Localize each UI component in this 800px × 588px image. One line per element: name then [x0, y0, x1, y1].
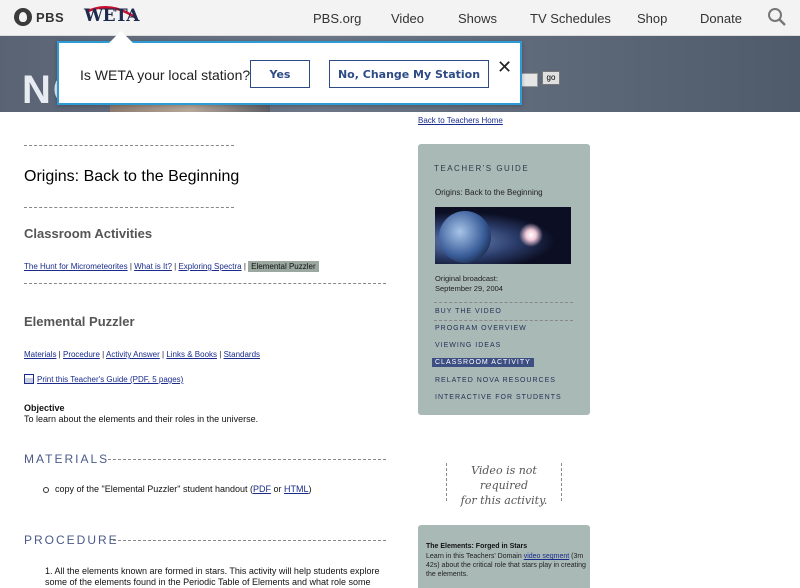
- nav-pbs-org[interactable]: PBS.org: [313, 11, 361, 26]
- broadcast-date: September 29, 2004: [435, 284, 503, 293]
- subnav-materials[interactable]: Materials: [24, 350, 56, 359]
- subnav-links-books[interactable]: Links & Books: [166, 350, 217, 359]
- materials-item-text: copy of the "Elemental Puzzler" student …: [55, 484, 254, 494]
- print-icon[interactable]: [24, 374, 34, 384]
- divider: [108, 459, 386, 460]
- forged-text-pre: Learn in this Teachers' Domain: [426, 553, 524, 560]
- activity-link-micrometeorites[interactable]: The Hunt for Micrometeorites: [24, 262, 128, 271]
- nav-shop[interactable]: Shop: [637, 11, 667, 26]
- yes-button[interactable]: Yes: [250, 60, 310, 88]
- page-title: Origins: Back to the Beginning: [24, 168, 240, 185]
- banner-search-input[interactable]: [520, 73, 538, 87]
- back-to-teachers-link[interactable]: Back to Teachers Home: [418, 116, 503, 125]
- objective-heading: Objective: [24, 403, 65, 413]
- earth-image: [439, 211, 491, 263]
- divider: [113, 540, 386, 541]
- menu-classroom-activity[interactable]: CLASSROOM ACTIVITY: [432, 358, 534, 367]
- search-icon[interactable]: [767, 7, 787, 27]
- divider: [24, 283, 386, 284]
- popup-pointer: [109, 31, 133, 43]
- menu-program-overview[interactable]: PROGRAM OVERVIEW: [435, 325, 527, 332]
- materials-close: ): [308, 484, 312, 494]
- popup-question: Is WETA your local station?: [80, 67, 251, 83]
- procedure-item: 1. All the elements known are formed in …: [45, 566, 380, 587]
- menu-viewing-ideas[interactable]: VIEWING IDEAS: [435, 342, 501, 349]
- nav-tv-schedules[interactable]: TV Schedules: [530, 11, 611, 26]
- menu-buy-video[interactable]: BUY THE VIDEO: [435, 308, 502, 315]
- video-note-line2: for this activity.: [460, 494, 548, 507]
- divider: [434, 320, 573, 321]
- pbs-logo-icon: [14, 8, 32, 26]
- activity-link-what-is-it[interactable]: What is It?: [134, 262, 172, 271]
- activity-subnav: Materials | Procedure | Activity Answer …: [24, 350, 261, 359]
- forged-text: Learn in this Teachers' Domain video seg…: [426, 552, 586, 579]
- materials-html-link[interactable]: HTML: [284, 484, 309, 494]
- video-segment-link[interactable]: video segment: [524, 553, 570, 560]
- subnav-procedure[interactable]: Procedure: [63, 350, 100, 359]
- subnav-activity-answer[interactable]: Activity Answer: [106, 350, 160, 359]
- materials-item: copy of the "Elemental Puzzler" student …: [43, 484, 312, 494]
- pbs-logo[interactable]: PBS: [14, 8, 64, 26]
- forged-heading: The Elements: Forged in Stars: [426, 543, 528, 550]
- print-row: Print this Teacher's Guide (PDF, 5 pages…: [24, 374, 183, 384]
- guide-subtitle: Origins: Back to the Beginning: [435, 188, 543, 197]
- guide-heading: TEACHER'S GUIDE: [434, 164, 530, 173]
- activity-link-exploring-spectra[interactable]: Exploring Spectra: [178, 262, 241, 271]
- video-note: Video is not required for this activity.: [446, 463, 562, 507]
- nav-shows[interactable]: Shows: [458, 11, 497, 26]
- section-title: Classroom Activities: [24, 226, 153, 241]
- broadcast-label: Original broadcast:: [435, 274, 498, 283]
- materials-or: or: [271, 484, 285, 494]
- video-note-line1: Video is not required: [471, 464, 537, 492]
- activities-nav: The Hunt for Micrometeorites | What is I…: [24, 261, 319, 272]
- close-icon[interactable]: ✕: [497, 57, 512, 78]
- print-guide-link[interactable]: Print this Teacher's Guide (PDF, 5 pages…: [37, 375, 183, 384]
- broadcast-info: Original broadcast: September 29, 2004: [435, 274, 503, 294]
- activity-current: Elemental Puzzler: [248, 261, 319, 272]
- pbs-label: PBS: [36, 9, 65, 25]
- guide-image: [435, 207, 571, 264]
- divider: [434, 302, 573, 303]
- nav-video[interactable]: Video: [391, 11, 424, 26]
- banner-go-button[interactable]: go: [542, 71, 560, 85]
- teachers-guide-panel: TEACHER'S GUIDE Origins: Back to the Beg…: [418, 144, 590, 415]
- activity-title: Elemental Puzzler: [24, 314, 135, 329]
- station-logo-text: WETA: [84, 6, 139, 26]
- divider: [24, 145, 234, 146]
- change-station-button[interactable]: No, Change My Station: [329, 60, 489, 88]
- procedure-heading: PROCEDURE: [24, 533, 119, 547]
- station-logo[interactable]: WETA: [80, 4, 142, 30]
- station-popup: Is WETA your local station? Yes No, Chan…: [57, 31, 522, 105]
- subnav-standards[interactable]: Standards: [224, 350, 260, 359]
- menu-interactive-students[interactable]: INTERACTIVE FOR STUDENTS: [435, 394, 562, 401]
- divider: [24, 207, 234, 208]
- materials-pdf-link[interactable]: PDF: [253, 484, 271, 494]
- star-flare-image: [519, 223, 543, 247]
- materials-heading: MATERIALS: [24, 452, 110, 466]
- objective-text: To learn about the elements and their ro…: [24, 414, 259, 424]
- nav-donate[interactable]: Donate: [700, 11, 742, 26]
- forged-in-stars-panel: The Elements: Forged in Stars Learn in t…: [418, 525, 590, 588]
- menu-related-resources[interactable]: RELATED NOVA RESOURCES: [435, 377, 556, 384]
